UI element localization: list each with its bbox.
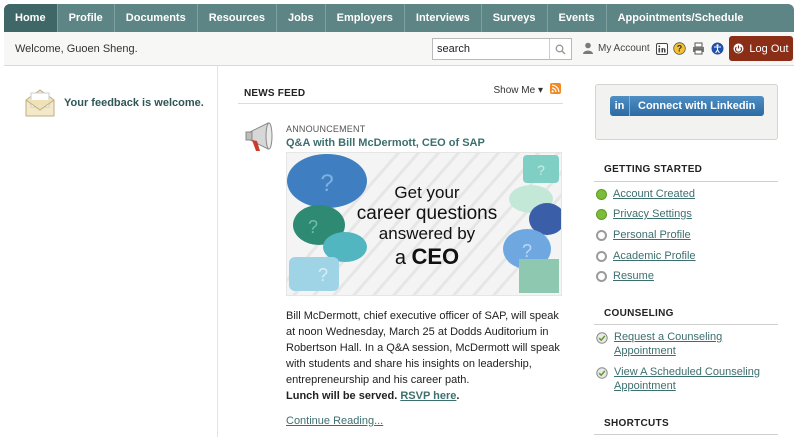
tab-employers[interactable]: Employers bbox=[326, 4, 405, 32]
check-complete-icon bbox=[596, 208, 607, 220]
svg-text:?: ? bbox=[318, 265, 328, 285]
svg-text:?: ? bbox=[677, 44, 683, 54]
accessibility-icon[interactable] bbox=[711, 42, 724, 55]
feedback-link[interactable]: Your feedback is welcome. bbox=[24, 88, 204, 118]
circle-incomplete-icon bbox=[596, 229, 607, 241]
envelope-icon bbox=[25, 89, 55, 117]
banner-line-3: answered by bbox=[378, 224, 476, 244]
user-icon bbox=[583, 42, 593, 54]
linkedin-panel: in Connect with Linkedin bbox=[595, 84, 778, 140]
gs-account-created[interactable]: Account Created bbox=[596, 188, 695, 200]
search-icon bbox=[555, 44, 566, 55]
circle-incomplete-icon bbox=[596, 250, 607, 262]
gs-label: Personal Profile bbox=[613, 229, 691, 241]
gs-personal-profile[interactable]: Personal Profile bbox=[596, 229, 691, 241]
gs-resume[interactable]: Resume bbox=[596, 270, 654, 282]
post-title-link[interactable]: Q&A with Bill McDermott, CEO of SAP bbox=[286, 137, 485, 149]
main-nav: Home Profile Documents Resources Jobs Em… bbox=[4, 4, 794, 32]
connect-linkedin-button[interactable]: in Connect with Linkedin bbox=[610, 96, 764, 116]
banner-text: Get your career questions answered by a … bbox=[339, 183, 515, 270]
tab-interviews[interactable]: Interviews bbox=[405, 4, 482, 32]
tab-resources[interactable]: Resources bbox=[198, 4, 277, 32]
logout-label: Log Out bbox=[749, 42, 789, 55]
lunch-period: . bbox=[456, 390, 460, 402]
gs-privacy-settings[interactable]: Privacy Settings bbox=[596, 208, 692, 220]
svg-text:?: ? bbox=[537, 162, 545, 178]
connect-linkedin-label: Connect with Linkedin bbox=[638, 100, 756, 112]
tab-surveys[interactable]: Surveys bbox=[482, 4, 548, 32]
lunch-text: Lunch will be served. bbox=[286, 390, 398, 402]
shortcuts-title: SHORTCUTS bbox=[604, 418, 669, 429]
show-me-label: Show Me bbox=[493, 85, 536, 96]
check-complete-icon bbox=[596, 188, 607, 200]
tab-home[interactable]: Home bbox=[4, 4, 58, 32]
linkedin-small-icon[interactable] bbox=[655, 42, 668, 55]
news-feed-header: NEWS FEED Show Me ▾ bbox=[238, 78, 563, 104]
news-feed-title: NEWS FEED bbox=[244, 88, 306, 99]
svg-text:?: ? bbox=[320, 170, 333, 197]
post-lunch-line: Lunch will be served. RSVP here. bbox=[286, 390, 459, 402]
circle-incomplete-icon bbox=[596, 270, 607, 282]
rsvp-link[interactable]: RSVP here bbox=[400, 390, 456, 402]
gs-label: Account Created bbox=[613, 188, 695, 200]
appointment-view-icon bbox=[596, 367, 608, 379]
banner-line-4: a CEO bbox=[339, 244, 515, 270]
utility-bar: Welcome, Guoen Sheng. My Account ? Log O… bbox=[4, 32, 794, 66]
banner-line-2: career questions bbox=[356, 202, 498, 224]
linkedin-icon: in bbox=[610, 96, 630, 116]
welcome-text: Welcome, Guoen Sheng. bbox=[15, 43, 138, 55]
tab-documents[interactable]: Documents bbox=[115, 4, 198, 32]
tab-events[interactable]: Events bbox=[548, 4, 607, 32]
search-input[interactable] bbox=[433, 39, 545, 59]
gs-label: Privacy Settings bbox=[613, 208, 692, 220]
search-box bbox=[432, 38, 572, 60]
gs-label: Resume bbox=[613, 270, 654, 282]
divider bbox=[594, 324, 778, 325]
request-counseling-label: Request a Counseling Appointment bbox=[614, 331, 723, 357]
show-me-dropdown[interactable]: Show Me ▾ bbox=[494, 85, 544, 96]
banner-line-4-prefix: a bbox=[394, 246, 412, 269]
print-icon[interactable] bbox=[692, 42, 705, 55]
svg-text:?: ? bbox=[308, 217, 318, 237]
banner-line-1: Get your bbox=[394, 183, 460, 202]
request-counseling-link[interactable]: Request a Counseling Appointment bbox=[596, 330, 776, 358]
my-account-label: My Account bbox=[598, 43, 650, 54]
svg-text:?: ? bbox=[522, 241, 532, 261]
counseling-title: COUNSELING bbox=[604, 308, 674, 319]
tab-appointments[interactable]: Appointments/Schedule bbox=[607, 4, 755, 32]
post-banner-image: ? ? ? ? ? Get your career questions answ… bbox=[286, 152, 562, 296]
caret-down-icon: ▾ bbox=[537, 85, 543, 96]
continue-reading-link[interactable]: Continue Reading... bbox=[286, 415, 383, 427]
divider bbox=[594, 434, 778, 435]
tab-profile[interactable]: Profile bbox=[58, 4, 115, 32]
view-counseling-label: View A Scheduled Counseling Appointment bbox=[614, 366, 760, 392]
help-icon[interactable]: ? bbox=[673, 42, 686, 55]
feedback-text: Your feedback is welcome. bbox=[64, 97, 204, 109]
search-button[interactable] bbox=[549, 39, 571, 59]
logout-icon bbox=[733, 43, 744, 54]
megaphone-icon bbox=[244, 118, 278, 159]
logout-button[interactable]: Log Out bbox=[729, 36, 793, 61]
divider bbox=[594, 181, 778, 182]
rss-icon[interactable] bbox=[550, 83, 561, 94]
post-body: Bill McDermott, chief executive officer … bbox=[286, 310, 560, 386]
banner-line-4-strong: CEO bbox=[411, 243, 460, 269]
gs-label: Academic Profile bbox=[613, 250, 696, 262]
tab-jobs[interactable]: Jobs bbox=[277, 4, 326, 32]
my-account-link[interactable]: My Account bbox=[582, 42, 650, 55]
appointment-add-icon bbox=[596, 332, 608, 344]
left-column: Your feedback is welcome. bbox=[4, 66, 218, 437]
getting-started-title: GETTING STARTED bbox=[604, 164, 703, 175]
view-counseling-link[interactable]: View A Scheduled Counseling Appointment bbox=[596, 365, 776, 393]
gs-academic-profile[interactable]: Academic Profile bbox=[596, 250, 696, 262]
post-type: ANNOUNCEMENT bbox=[286, 124, 366, 134]
